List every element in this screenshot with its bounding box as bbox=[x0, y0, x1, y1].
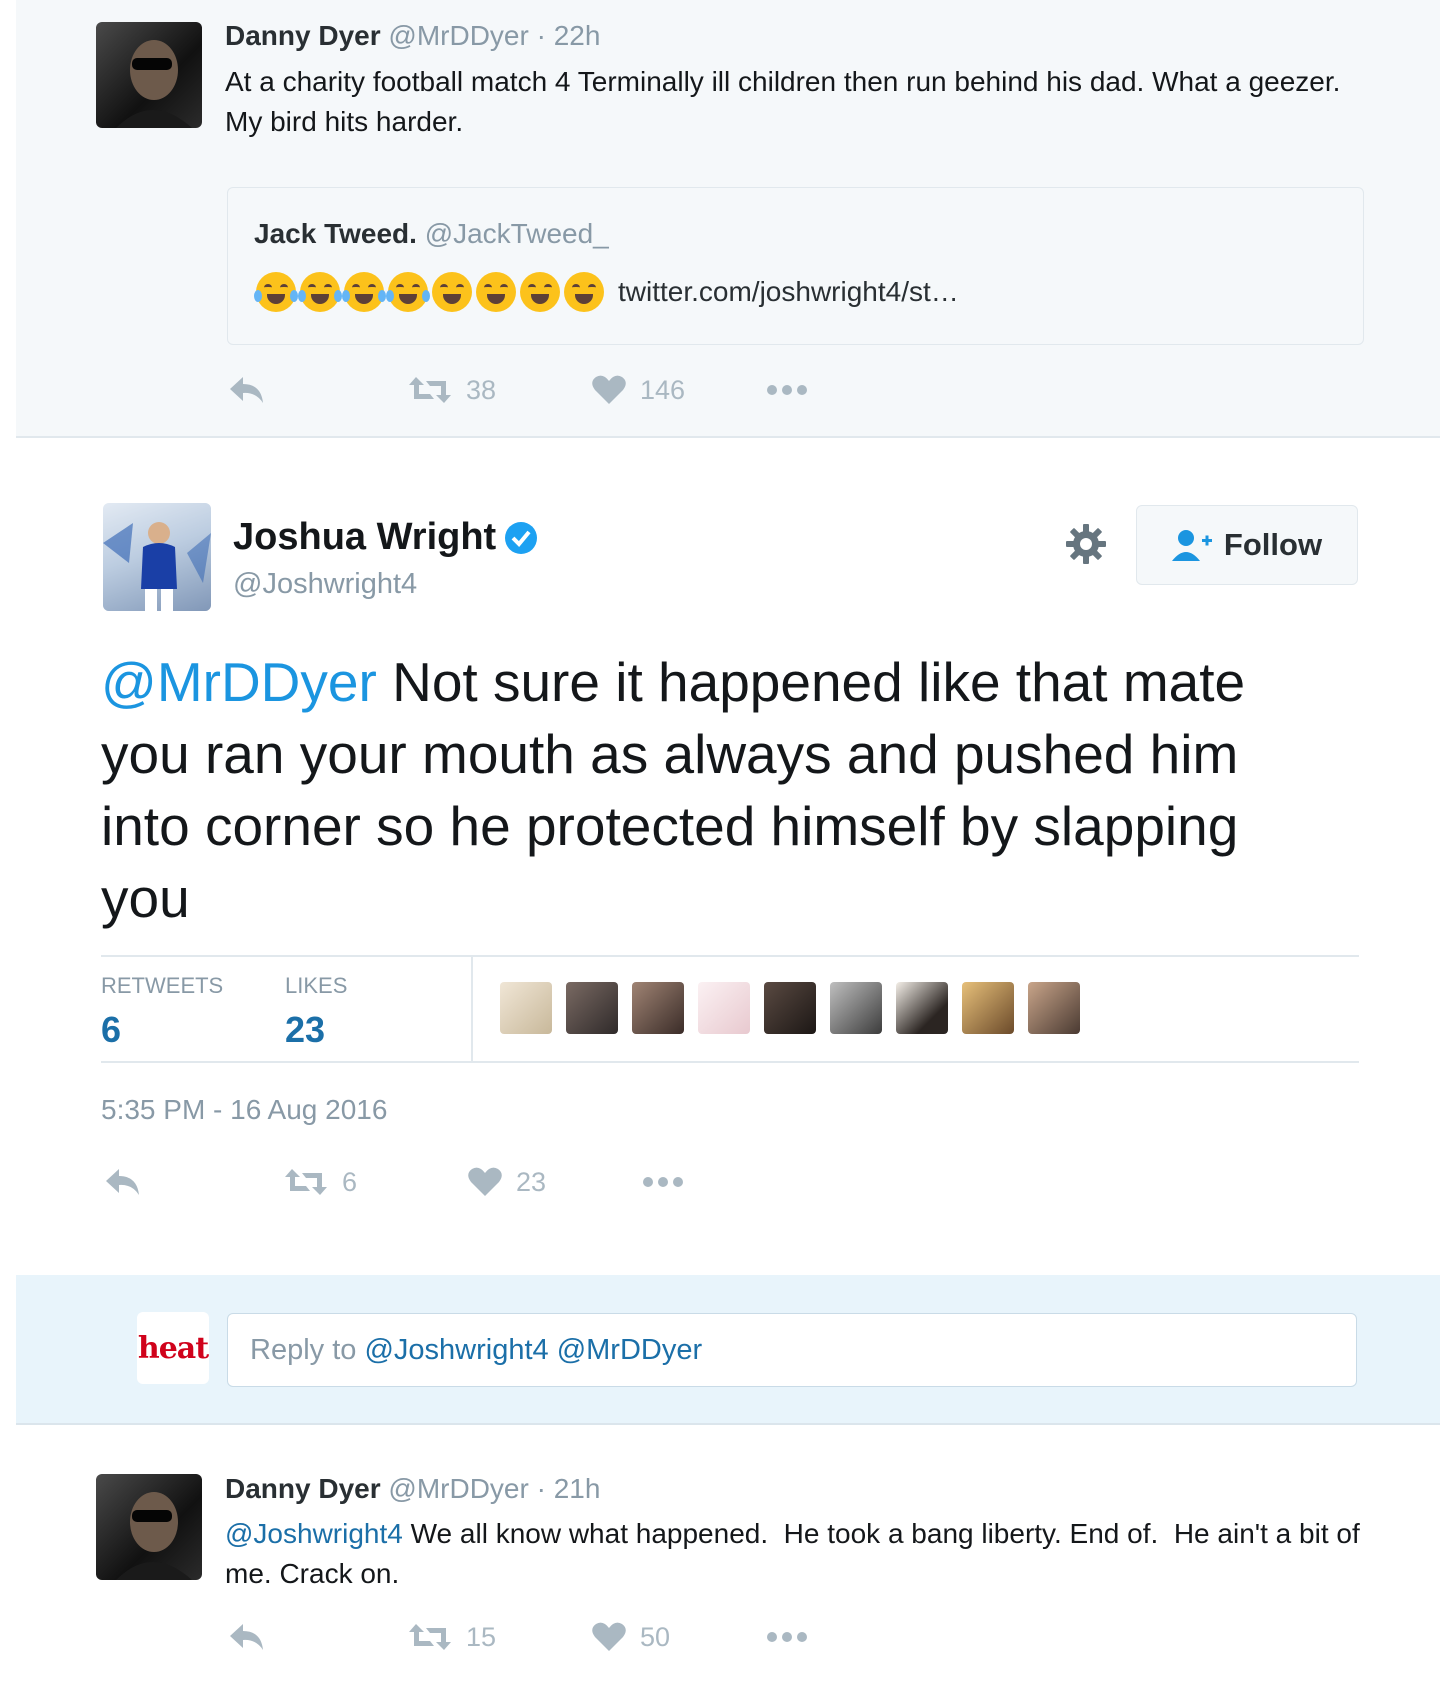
quoted-tweet[interactable]: Jack Tweed. @JackTweed_ twitter.com/josh… bbox=[227, 187, 1364, 345]
tweet-time[interactable]: · 21h bbox=[537, 1473, 601, 1504]
reply-placeholder-prefix: Reply to bbox=[250, 1333, 365, 1366]
liker-avatar[interactable] bbox=[698, 982, 750, 1034]
avatar[interactable] bbox=[96, 1474, 202, 1580]
tweet-text: @Joshwright4 We all know what happened. … bbox=[225, 1514, 1365, 1594]
crying-laughing-emoji bbox=[342, 272, 386, 312]
avatar[interactable] bbox=[96, 22, 202, 128]
more-button[interactable] bbox=[642, 1176, 684, 1188]
author-handle[interactable]: @MrDDyer bbox=[388, 20, 528, 51]
tweet-actions: 38 146 bbox=[0, 370, 1440, 410]
liker-avatar[interactable] bbox=[830, 982, 882, 1034]
author-name[interactable]: Danny Dyer bbox=[225, 20, 381, 51]
tweet-timestamp[interactable]: 5:35 PM - 16 Aug 2016 bbox=[101, 1094, 387, 1126]
liker-avatar[interactable] bbox=[962, 982, 1014, 1034]
more-button[interactable] bbox=[766, 384, 808, 396]
liker-avatar[interactable] bbox=[896, 982, 948, 1034]
reply-input[interactable]: Reply to @Joshwright4 @MrDDyer bbox=[227, 1313, 1357, 1387]
crying-laughing-emoji bbox=[386, 272, 430, 312]
tweet-actions: 15 50 bbox=[0, 1617, 1440, 1657]
reply-icon bbox=[230, 377, 263, 403]
retweet-button[interactable]: 6 bbox=[284, 1167, 357, 1198]
quoted-header: Jack Tweed. @JackTweed_ bbox=[254, 218, 609, 250]
tweet-header: Danny Dyer @MrDDyer · 21h bbox=[225, 1473, 600, 1505]
reply-button[interactable] bbox=[228, 375, 266, 405]
like-button[interactable]: 146 bbox=[592, 375, 685, 406]
weary-face-emoji bbox=[476, 272, 516, 312]
heart-icon bbox=[468, 1167, 502, 1196]
like-count: 50 bbox=[640, 1621, 671, 1652]
quoted-link[interactable]: twitter.com/joshwright4/st… bbox=[618, 276, 959, 308]
mention-link[interactable]: @MrDDyer bbox=[101, 651, 377, 713]
liker-avatar[interactable] bbox=[764, 982, 816, 1034]
author-name-text[interactable]: Joshua Wright bbox=[233, 516, 496, 559]
likes-count: 23 bbox=[285, 1009, 326, 1050]
retweets-label: RETWEETS bbox=[101, 973, 224, 998]
main-tweet-actions: 6 23 bbox=[0, 1162, 1440, 1202]
heart-icon bbox=[592, 375, 626, 404]
like-count: 23 bbox=[516, 1166, 547, 1197]
quoted-text: twitter.com/joshwright4/st… bbox=[254, 272, 959, 312]
stats-divider-top bbox=[101, 955, 1359, 957]
retweets-stat[interactable]: RETWEETS 6 bbox=[101, 973, 223, 1051]
crying-laughing-emoji bbox=[254, 272, 298, 312]
weary-face-emoji bbox=[564, 272, 604, 312]
like-button[interactable]: 23 bbox=[468, 1167, 546, 1198]
reply-button[interactable] bbox=[228, 1622, 266, 1652]
settings-button[interactable] bbox=[1064, 522, 1108, 566]
reply-placeholder-mentions: @Joshwright4 @MrDDyer bbox=[364, 1333, 703, 1366]
liker-avatar[interactable] bbox=[566, 982, 618, 1034]
quoted-author-handle: @JackTweed_ bbox=[424, 218, 609, 249]
liker-avatar[interactable] bbox=[500, 982, 552, 1034]
avatar[interactable] bbox=[103, 503, 211, 611]
likes-stat[interactable]: LIKES 23 bbox=[285, 973, 347, 1051]
reply-icon bbox=[106, 1169, 139, 1195]
more-dots-icon bbox=[767, 385, 807, 395]
weary-face-emoji bbox=[432, 272, 472, 312]
author-handle[interactable]: @MrDDyer bbox=[388, 1473, 528, 1504]
like-count: 146 bbox=[640, 374, 686, 405]
retweet-button[interactable]: 38 bbox=[408, 375, 496, 406]
retweet-icon bbox=[409, 1624, 451, 1650]
heart-icon bbox=[592, 1622, 626, 1651]
follow-user-icon bbox=[1171, 530, 1212, 561]
more-dots-icon bbox=[643, 1177, 683, 1187]
liker-avatar[interactable] bbox=[632, 982, 684, 1034]
main-tweet-text: @MrDDyer Not sure it happened like that … bbox=[101, 646, 1341, 934]
quoted-author-name: Jack Tweed. bbox=[254, 218, 417, 249]
gear-icon bbox=[1066, 524, 1106, 564]
like-button[interactable]: 50 bbox=[592, 1622, 670, 1653]
follow-label: Follow bbox=[1223, 527, 1323, 562]
more-button[interactable] bbox=[766, 1631, 808, 1643]
retweet-count: 15 bbox=[466, 1621, 497, 1652]
reply-box-divider bbox=[16, 1423, 1440, 1425]
reply-icon bbox=[230, 1624, 263, 1650]
weary-face-emoji bbox=[520, 272, 560, 312]
stats-divider-bottom bbox=[101, 1061, 1359, 1063]
stats-separator bbox=[471, 957, 473, 1061]
liker-avatar[interactable] bbox=[1028, 982, 1080, 1034]
likers-avatars bbox=[500, 982, 1080, 1034]
current-user-avatar[interactable]: heat bbox=[137, 1312, 209, 1384]
author-name[interactable]: Joshua Wright bbox=[233, 516, 538, 559]
retweet-icon bbox=[285, 1169, 327, 1195]
crying-laughing-emoji bbox=[298, 272, 342, 312]
likes-label: LIKES bbox=[285, 973, 348, 998]
mention-link[interactable]: @Joshwright4 bbox=[225, 1518, 403, 1549]
tweet-time[interactable]: · 22h bbox=[537, 20, 601, 51]
author-handle[interactable]: @Joshwright4 bbox=[233, 568, 417, 601]
heat-logo: heat bbox=[137, 1330, 209, 1366]
reply-button[interactable] bbox=[104, 1167, 142, 1197]
tweet-divider bbox=[16, 436, 1440, 438]
follow-button[interactable]: Follow bbox=[1136, 505, 1358, 585]
author-name[interactable]: Danny Dyer bbox=[225, 1473, 381, 1504]
retweet-count: 38 bbox=[466, 374, 497, 405]
tweet-text: At a charity football match 4 Terminally… bbox=[225, 66, 1341, 137]
retweets-count: 6 bbox=[101, 1009, 122, 1050]
verified-badge-icon bbox=[505, 521, 538, 554]
retweet-icon bbox=[409, 377, 451, 403]
tweet-header: Danny Dyer @MrDDyer · 22h bbox=[225, 20, 600, 52]
retweet-button[interactable]: 15 bbox=[408, 1622, 496, 1653]
more-dots-icon bbox=[767, 1632, 807, 1642]
retweet-count: 6 bbox=[342, 1166, 358, 1197]
